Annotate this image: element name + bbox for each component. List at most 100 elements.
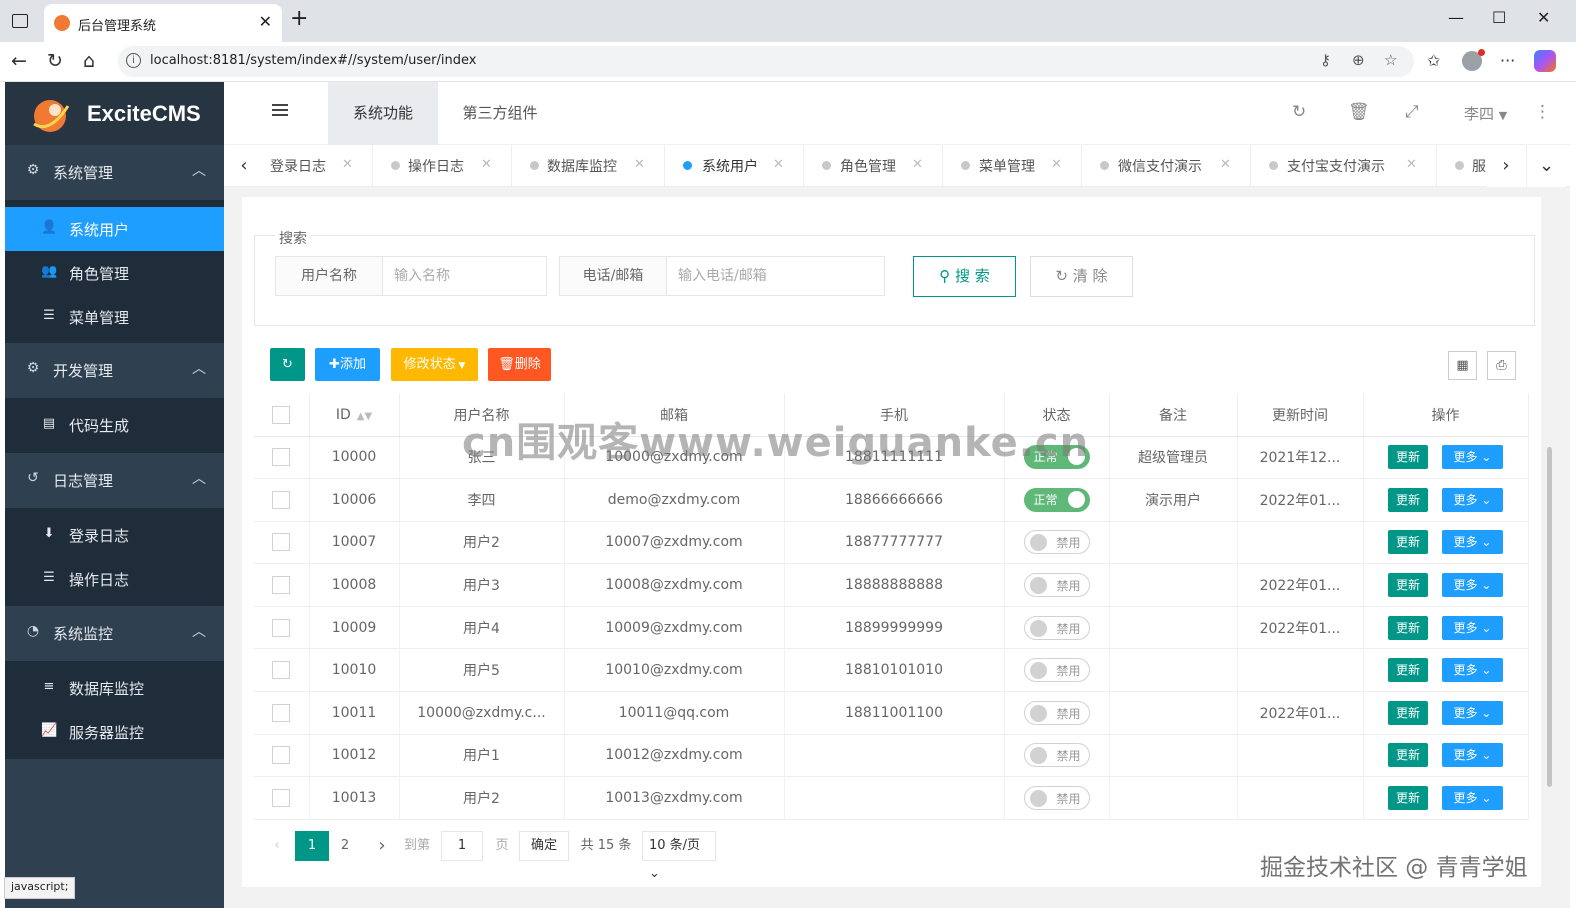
more-vertical-icon[interactable]: ⋮ — [1534, 102, 1551, 122]
update-button[interactable]: 更新 — [1388, 445, 1428, 470]
status-toggle[interactable]: 禁用 — [1023, 615, 1090, 640]
page-number[interactable]: 2 — [332, 831, 358, 861]
menu-group-monitor[interactable]: ◔ 系统监控 ︿ — [5, 606, 224, 661]
close-icon[interactable]: ✕ — [342, 157, 353, 172]
close-icon[interactable]: ✕ — [634, 157, 645, 172]
row-checkbox[interactable] — [272, 618, 291, 637]
more-menu-icon[interactable]: ··· — [1500, 51, 1515, 70]
row-checkbox[interactable] — [272, 448, 291, 467]
clear-button[interactable]: ↻ 清 除 — [1030, 256, 1133, 297]
row-select-cell[interactable] — [254, 776, 310, 820]
row-select-cell[interactable] — [254, 436, 310, 480]
row-checkbox[interactable] — [272, 533, 291, 552]
more-button[interactable]: 更多 ⌄ — [1442, 700, 1503, 725]
key-icon[interactable]: ⚷ — [1320, 51, 1331, 69]
update-button[interactable]: 更新 — [1388, 743, 1428, 768]
maximize-icon[interactable]: ☐ — [1492, 8, 1506, 27]
fullscreen-icon[interactable]: ⤢ — [1405, 102, 1419, 122]
change-status-button[interactable]: 修改状态 ▼ — [391, 348, 478, 381]
page-tab[interactable]: 菜单管理 ✕ — [943, 145, 1082, 187]
tabs-scroll-right-icon[interactable]: › — [1486, 145, 1526, 187]
status-toggle[interactable]: 禁用 — [1023, 530, 1090, 555]
goto-page-input[interactable]: 1 — [441, 831, 483, 861]
page-tab[interactable]: 登录日志 ✕ — [264, 145, 373, 187]
window-close-icon[interactable]: ✕ — [1537, 8, 1550, 27]
page-size-select[interactable]: 10 条/页 ⌄ — [642, 831, 716, 881]
tab-close-icon[interactable]: ✕ — [259, 12, 272, 31]
sort-icon[interactable]: ▲▼ — [357, 411, 372, 422]
sidebar-item-db-monitor[interactable]: ≡ 数据库监控 — [5, 666, 224, 710]
row-checkbox[interactable] — [272, 661, 291, 680]
menu-group-system[interactable]: ⚙ 系统管理 ︿ — [5, 145, 224, 200]
goto-confirm-button[interactable]: 确定 — [519, 831, 569, 861]
refresh-icon[interactable]: ↻ — [1292, 102, 1306, 122]
close-icon[interactable]: ✕ — [481, 157, 492, 172]
row-checkbox[interactable] — [272, 576, 291, 595]
menu-group-log[interactable]: ↺ 日志管理 ︿ — [5, 453, 224, 508]
update-button[interactable]: 更新 — [1388, 786, 1428, 811]
reload-icon[interactable]: ↻ — [47, 50, 63, 72]
prev-page-icon[interactable]: ‹ — [270, 831, 284, 861]
more-button[interactable]: 更多 ⌄ — [1442, 658, 1503, 683]
close-icon[interactable]: ✕ — [1220, 157, 1231, 172]
add-button[interactable]: ✚添加 — [315, 348, 380, 381]
page-tab[interactable]: 微信支付演示 ✕ — [1082, 145, 1251, 187]
trash-icon[interactable]: 🗑 — [1348, 102, 1370, 122]
favorites-icon[interactable]: ✩ — [1427, 51, 1440, 70]
status-toggle[interactable]: 正常 — [1023, 487, 1090, 512]
row-checkbox[interactable] — [272, 746, 291, 765]
more-button[interactable]: 更多 ⌄ — [1442, 573, 1503, 598]
row-select-cell[interactable] — [254, 734, 310, 778]
name-input[interactable]: 输入名称 — [383, 256, 547, 296]
page-tab[interactable]: 操作日志 ✕ — [373, 145, 512, 187]
browser-tab[interactable]: 后台管理系统 ✕ — [44, 4, 282, 42]
more-button[interactable]: 更多 ⌄ — [1442, 487, 1503, 512]
user-menu[interactable]: 李四 ▼ — [1464, 103, 1507, 124]
row-checkbox[interactable] — [272, 490, 291, 509]
update-button[interactable]: 更新 — [1388, 615, 1428, 640]
row-select-cell[interactable] — [254, 648, 310, 693]
home-icon[interactable]: ⌂ — [83, 50, 95, 72]
sidebar-item-system-user[interactable]: 👤 系统用户 — [5, 207, 224, 251]
sidebar-item-role[interactable]: 👥 角色管理 — [5, 251, 224, 295]
tab-third-party[interactable]: 第三方组件 — [446, 82, 554, 145]
row-select-cell[interactable] — [254, 478, 310, 522]
tabs-scroll-left-icon[interactable]: ‹ — [224, 145, 264, 187]
select-all-checkbox[interactable] — [272, 405, 291, 424]
table-scrollbar[interactable] — [1547, 447, 1552, 787]
tab-actions-icon[interactable] — [12, 14, 28, 28]
update-button[interactable]: 更新 — [1388, 658, 1428, 683]
status-toggle[interactable]: 正常 — [1023, 445, 1090, 470]
close-icon[interactable]: ✕ — [1406, 157, 1417, 172]
more-button[interactable]: 更多 ⌄ — [1442, 530, 1503, 555]
more-button[interactable]: 更多 ⌄ — [1442, 615, 1503, 640]
menu-group-dev[interactable]: ⚙ 开发管理 ︿ — [5, 343, 224, 398]
page-number-current[interactable]: 1 — [295, 831, 329, 861]
tabs-dropdown-icon[interactable]: ⌄ — [1526, 145, 1566, 187]
status-toggle[interactable]: 禁用 — [1023, 786, 1090, 811]
update-button[interactable]: 更新 — [1388, 487, 1428, 512]
update-button[interactable]: 更新 — [1388, 700, 1428, 725]
status-toggle[interactable]: 禁用 — [1023, 573, 1090, 598]
search-button[interactable]: ⚲ 搜 索 — [913, 256, 1016, 297]
update-button[interactable]: 更新 — [1388, 573, 1428, 598]
more-button[interactable]: 更多 ⌄ — [1442, 786, 1503, 811]
sidebar-item-login-log[interactable]: ⬇ 登录日志 — [5, 513, 224, 557]
page-tab[interactable]: 数据库监控 ✕ — [512, 145, 665, 187]
row-select-cell[interactable] — [254, 521, 310, 565]
sidebar-item-server-monitor[interactable]: 📈 服务器监控 — [5, 710, 224, 754]
back-icon[interactable]: ← — [11, 50, 27, 72]
columns-filter-icon[interactable]: ▦ — [1448, 351, 1477, 380]
page-tab[interactable]: 角色管理 ✕ — [804, 145, 943, 187]
more-button[interactable]: 更多 ⌄ — [1442, 445, 1503, 470]
status-toggle[interactable]: 禁用 — [1023, 700, 1090, 725]
row-checkbox[interactable] — [272, 789, 291, 808]
new-tab-icon[interactable]: + — [290, 6, 308, 31]
close-icon[interactable]: ✕ — [912, 157, 923, 172]
more-button[interactable]: 更多 ⌄ — [1442, 743, 1503, 768]
address-bar[interactable]: i localhost:8181/system/index#//system/u… — [118, 46, 1414, 77]
select-all-cell[interactable] — [254, 394, 310, 437]
contact-input[interactable]: 输入电话/邮箱 — [667, 256, 885, 296]
page-tab[interactable]: 服 — [1437, 145, 1486, 187]
print-icon[interactable]: ⎙ — [1487, 351, 1516, 380]
